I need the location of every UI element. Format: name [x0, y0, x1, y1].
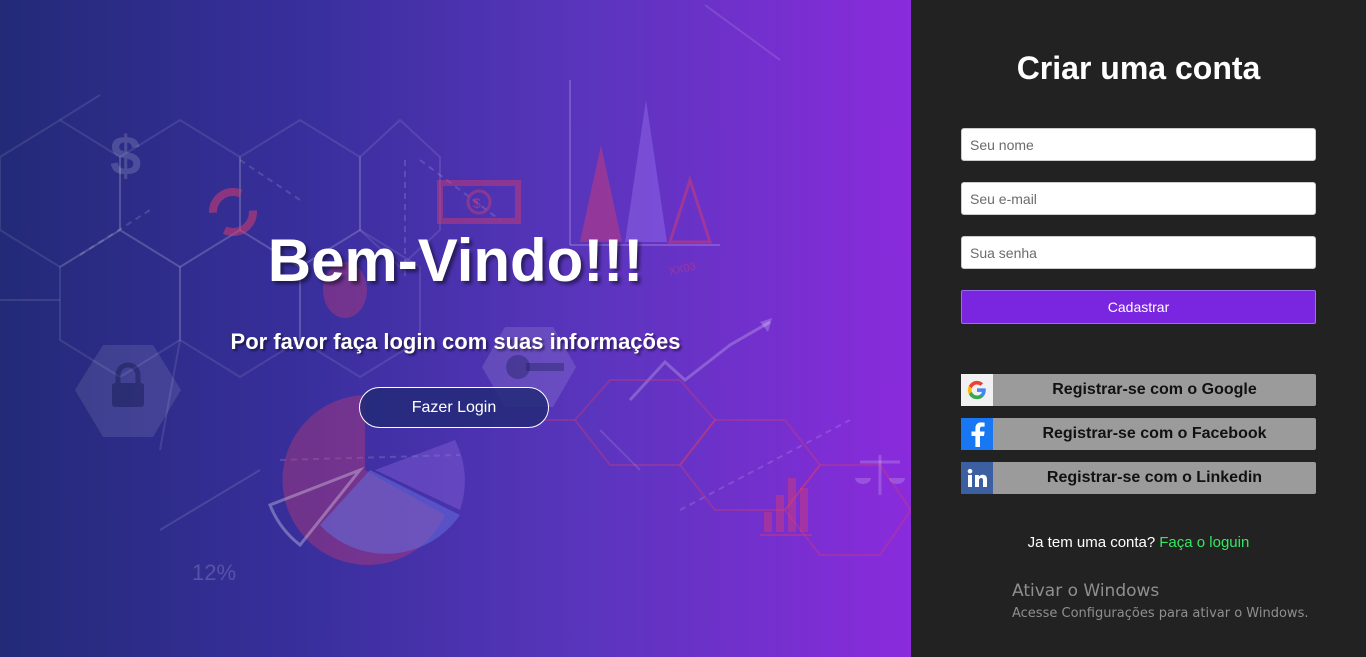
welcome-title: Bem-Vindo!!!: [267, 227, 644, 294]
google-signup-button[interactable]: Registrar-se com o Google: [961, 374, 1316, 406]
have-account-text: Ja tem uma conta?: [1027, 534, 1156, 551]
signup-title: Criar uma conta: [1016, 50, 1261, 86]
facebook-icon: [961, 418, 993, 450]
email-field[interactable]: [961, 182, 1316, 215]
svg-text:$: $: [473, 195, 481, 211]
linkedin-signup-button[interactable]: Registrar-se com o Linkedin: [961, 462, 1316, 494]
windows-activation-subtitle: Acesse Configurações para ativar o Windo…: [1012, 606, 1309, 621]
name-field[interactable]: [961, 128, 1316, 161]
linkedin-signup-label: Registrar-se com o Linkedin: [1046, 469, 1263, 486]
percent-label: 12%: [192, 560, 236, 585]
password-field[interactable]: [961, 236, 1316, 269]
google-signup-label: Registrar-se com o Google: [1052, 381, 1257, 398]
welcome-hero: $ $ XX03 12% Bem-Vindo!!! Por favor faça…: [0, 0, 911, 657]
login-button[interactable]: Fazer Login: [359, 387, 549, 428]
facebook-signup-label: Registrar-se com o Facebook: [1042, 425, 1267, 442]
facebook-signup-button[interactable]: Registrar-se com o Facebook: [961, 418, 1316, 450]
register-button[interactable]: Cadastrar: [961, 290, 1316, 324]
login-link[interactable]: Faça o loguin: [1159, 534, 1249, 551]
signup-panel: Criar uma conta Cadastrar Registrar-se c…: [911, 0, 1366, 657]
page: $ $ XX03 12% Bem-Vindo!!! Por favor faça…: [0, 0, 1366, 657]
linkedin-icon: [961, 462, 993, 494]
welcome-subtitle: Por favor faça login com suas informaçõe…: [230, 329, 681, 354]
have-account-row: Ja tem uma conta? Faça o loguin: [911, 534, 1366, 551]
windows-activation-title: Ativar o Windows: [1012, 581, 1160, 601]
google-icon: [961, 374, 993, 406]
svg-text:$: $: [110, 124, 141, 187]
